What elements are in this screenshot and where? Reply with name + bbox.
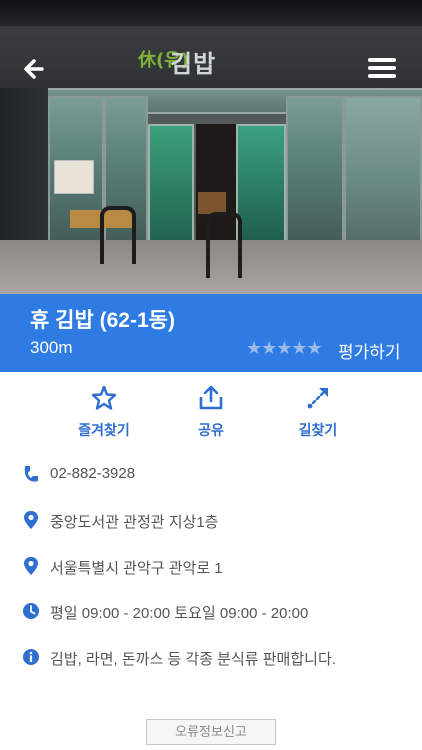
hours-row: 평일 09:00 - 20:00 토요일 09:00 - 20:00: [22, 599, 412, 623]
location-pin-icon: [24, 511, 38, 529]
place-description: 김밥, 라면, 돈까스 등 각종 분식류 판매합니다.: [50, 651, 336, 668]
back-button[interactable]: [20, 54, 50, 84]
store-photo: 休(유) 김밥: [0, 0, 422, 294]
business-hours: 평일 09:00 - 20:00 토요일 09:00 - 20:00: [50, 605, 309, 622]
place-header: 휴 김밥 (62-1동) 300m ★★★★★ 평가하기: [0, 294, 422, 372]
phone-icon: [24, 466, 38, 482]
directions-button[interactable]: 길찾기: [278, 384, 358, 440]
favorite-button[interactable]: 즐겨찾기: [64, 384, 144, 440]
rate-button[interactable]: 평가하기: [338, 338, 401, 363]
menu-button[interactable]: [368, 58, 400, 84]
bike-rack: [100, 206, 136, 264]
report-error-button[interactable]: 오류정보신고: [146, 719, 276, 745]
phone-row[interactable]: 02-882-3928: [22, 462, 412, 486]
hamburger-bar: [368, 66, 396, 70]
bike-rack: [206, 212, 242, 278]
store-sign: 休(유) 김밥: [130, 42, 240, 78]
share-icon: [199, 385, 223, 410]
action-bar: 즐겨찾기 공유 길찾기: [0, 372, 422, 448]
hamburger-bar: [368, 74, 396, 78]
status-bar: [0, 0, 422, 26]
wall: [0, 88, 48, 248]
clock-icon: [23, 603, 39, 619]
chair: [198, 192, 226, 214]
sign-text: 김밥: [170, 50, 217, 78]
back-arrow-icon: [24, 59, 44, 79]
hamburger-icon: [368, 58, 396, 62]
glass-door: [148, 124, 194, 250]
favorite-label: 즐겨찾기: [78, 422, 130, 438]
place-name: 휴 김밥 (62-1동): [30, 309, 175, 332]
info-icon: [23, 649, 39, 665]
menu-poster: [54, 160, 94, 194]
glass-door: [236, 124, 286, 250]
location-row: 중앙도서관 관정관 지상1층: [22, 508, 412, 532]
description-row: 김밥, 라면, 돈까스 등 각종 분식류 판매합니다.: [22, 645, 412, 669]
building-location: 중앙도서관 관정관 지상1층: [50, 514, 219, 531]
distance: 300m: [30, 338, 73, 357]
directions-icon: [307, 388, 328, 409]
location-pin-icon: [24, 557, 38, 575]
star-icon: [91, 385, 117, 410]
share-button[interactable]: 공유: [171, 384, 251, 440]
street-address: 서울특별시 관악구 관악로 1: [50, 560, 223, 577]
address-row: 서울특별시 관악구 관악로 1: [22, 554, 412, 578]
directions-label: 길찾기: [298, 422, 338, 438]
phone-number[interactable]: 02-882-3928: [50, 465, 135, 482]
share-label: 공유: [198, 422, 224, 438]
rating-stars[interactable]: ★★★★★: [246, 338, 323, 359]
